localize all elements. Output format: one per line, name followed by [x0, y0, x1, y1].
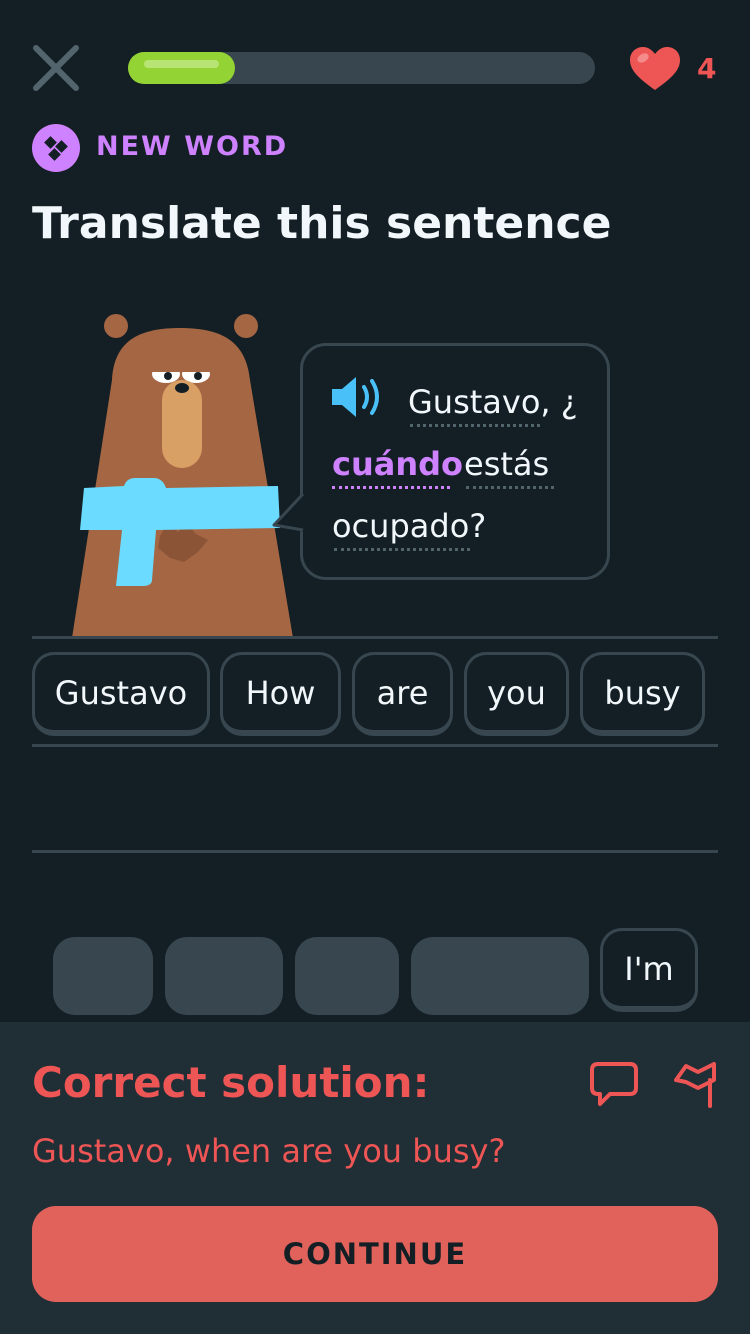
answer-tile[interactable]: How [220, 652, 341, 736]
prompt-title: Translate this sentence [32, 198, 612, 249]
answer-line [32, 850, 718, 853]
new-word-label: NEW WORD [96, 131, 289, 162]
bubble-word-highlighted[interactable]: cuándo [332, 444, 463, 484]
word-bank-empty-slot [165, 937, 283, 1015]
word-bank-tile[interactable]: I'm [600, 928, 698, 1012]
answer-tile[interactable]: busy [580, 652, 705, 736]
close-icon[interactable] [30, 42, 82, 94]
report-flag-icon[interactable] [670, 1058, 720, 1110]
lesson-progress-bar [128, 52, 595, 84]
answer-line [32, 636, 718, 639]
word-bank-empty-slot [53, 937, 153, 1015]
bubble-word[interactable]: Gustavo, ¿ [408, 382, 578, 422]
answer-tile[interactable]: are [352, 652, 453, 736]
bubble-word[interactable]: ocupado? [332, 506, 486, 546]
bubble-word[interactable]: estás [464, 444, 549, 484]
progress-shine [144, 60, 219, 68]
speaker-icon[interactable] [330, 375, 386, 419]
word-bank-empty-slot [295, 937, 399, 1015]
word-underline-highlighted [332, 486, 450, 489]
correct-solution-text: Gustavo, when are you busy? [32, 1132, 506, 1170]
word-underline [334, 548, 470, 551]
comment-icon[interactable] [588, 1060, 640, 1108]
new-word-icon [32, 124, 80, 172]
word-bank-empty-slot [411, 937, 589, 1015]
answer-tile[interactable]: you [464, 652, 569, 736]
word-underline [466, 486, 554, 489]
word-underline [410, 424, 540, 427]
hearts-count: 4 [697, 52, 717, 85]
heart-icon[interactable] [628, 46, 682, 92]
speech-bubble-tail [271, 492, 307, 536]
lesson-screen: 4 NEW WORD Translate this sentence Gusta… [0, 0, 750, 1334]
progress-fill [128, 52, 235, 84]
answer-tile[interactable]: Gustavo [32, 652, 210, 736]
continue-button[interactable]: CONTINUE [32, 1206, 718, 1302]
feedback-title: Correct solution: [32, 1058, 430, 1107]
bear-character-illustration [60, 300, 300, 640]
answer-line [32, 744, 718, 747]
